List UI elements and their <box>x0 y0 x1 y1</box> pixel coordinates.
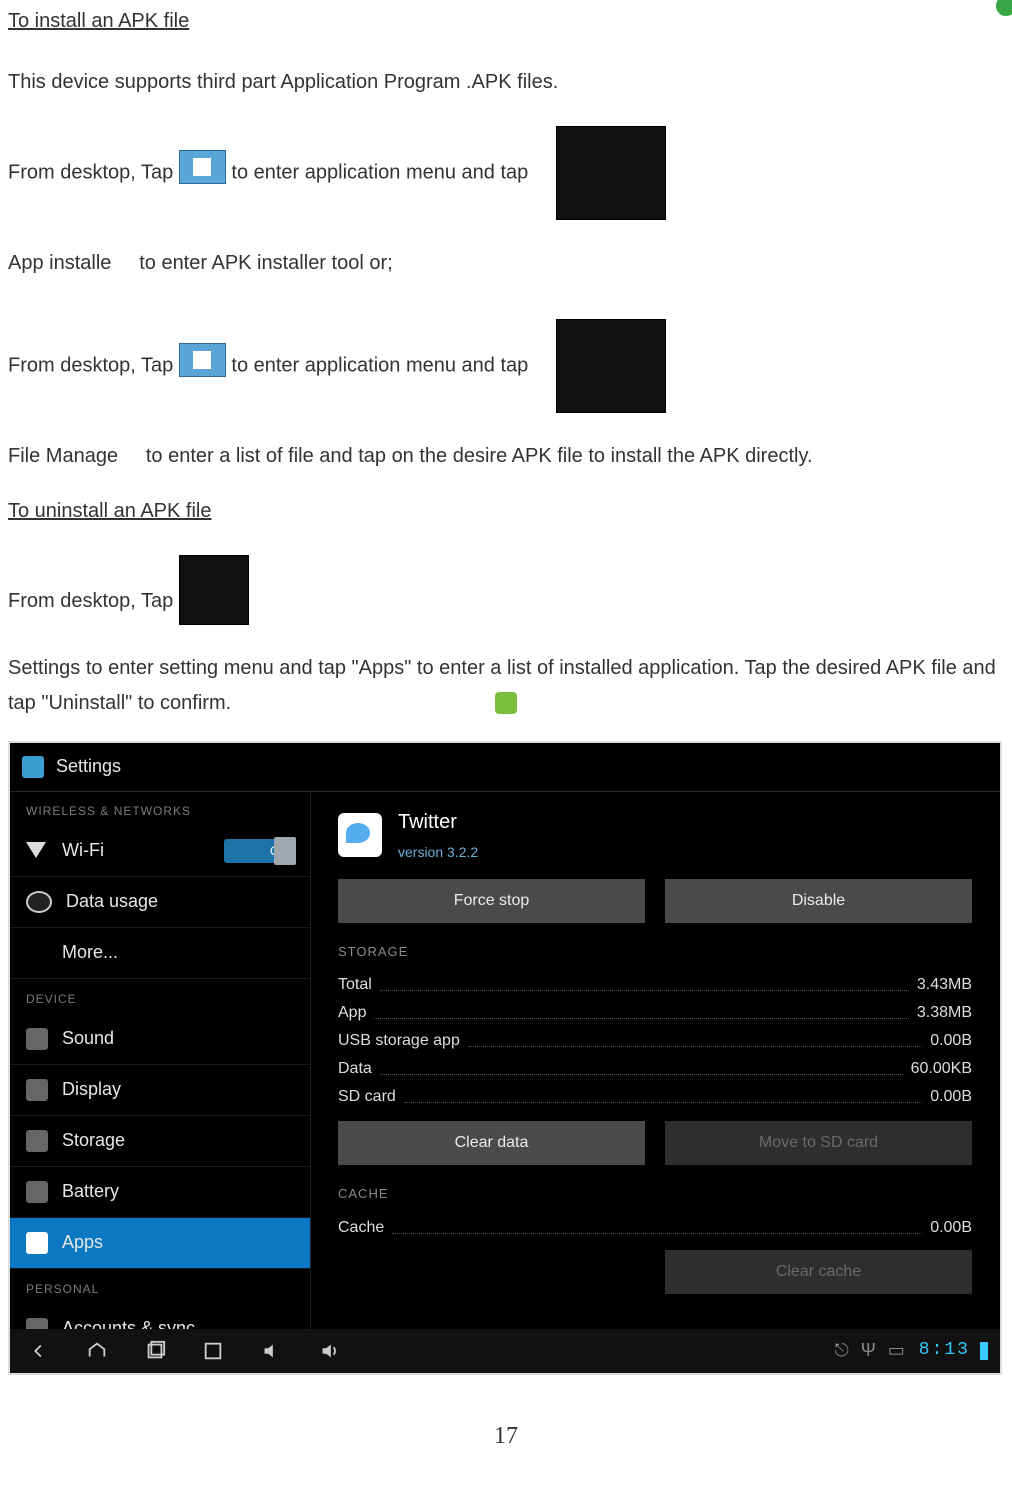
nav-home-button[interactable] <box>68 1329 126 1373</box>
page-number: 17 <box>8 1415 1004 1457</box>
settings-tile <box>179 555 249 625</box>
app-installer-tile <box>556 126 666 220</box>
sidebar-item-apps[interactable]: Apps <box>10 1218 310 1269</box>
status-clock: 8:13 <box>919 1335 970 1367</box>
file-manager-label: File Manage <box>8 445 118 467</box>
sidebar-item-battery[interactable]: Battery <box>10 1167 310 1218</box>
settings-label: Settings <box>8 657 80 679</box>
apps-icon <box>26 1232 48 1254</box>
app-size-label: App <box>338 999 366 1027</box>
line2-part-a: From desktop, Tap <box>8 354 179 376</box>
usb-debug-icon: ⎋ <box>834 1335 848 1367</box>
data-label: Data <box>338 1055 372 1083</box>
nav-back-button[interactable] <box>10 1329 68 1373</box>
storage-section-header: STORAGE <box>338 941 972 964</box>
sidebar-item-wifi[interactable]: Wi-Fi ON <box>10 826 310 877</box>
settings-title: Settings <box>56 751 121 783</box>
line3-part-a: From desktop, Tap <box>8 590 179 612</box>
data-usage-icon <box>26 891 52 913</box>
apps-grid-icon <box>179 150 226 184</box>
force-stop-button[interactable]: Force stop <box>338 879 645 923</box>
settings-sidebar: WIRELESS & NETWORKS Wi-Fi ON Data usage … <box>10 791 311 1329</box>
apps-label: Apps <box>62 1227 294 1259</box>
line1-part-c: to enter APK installer tool or; <box>139 252 392 274</box>
section-wireless: WIRELESS & NETWORKS <box>10 791 310 826</box>
system-navbar: ⎋ Ψ ▭ 8:13 <box>10 1329 1000 1373</box>
total-label: Total <box>338 971 372 999</box>
sidebar-item-display[interactable]: Display <box>10 1065 310 1116</box>
nav-recent-button[interactable] <box>126 1329 184 1373</box>
usb-value: 0.00B <box>930 1027 972 1055</box>
sidebar-item-accounts[interactable]: Accounts & sync <box>10 1304 310 1329</box>
sidebar-item-storage[interactable]: Storage <box>10 1116 310 1167</box>
app-info-panel: Twitter version 3.2.2 Force stop Disable… <box>310 791 1000 1329</box>
data-usage-label: Data usage <box>66 886 294 918</box>
line2-part-b: to enter application menu and tap <box>231 354 528 376</box>
clear-data-button[interactable]: Clear data <box>338 1121 645 1165</box>
app-size-value: 3.38MB <box>917 999 972 1027</box>
twitter-app-icon <box>338 813 382 857</box>
line1-part-b: to enter application menu and tap <box>231 161 528 183</box>
line2-part-c: to enter a list of file and tap on the d… <box>146 445 813 467</box>
file-manager-tile <box>556 319 666 413</box>
accounts-label: Accounts & sync <box>62 1313 294 1329</box>
settings-titlebar: Settings <box>10 743 1000 792</box>
android-settings-screenshot: Settings WIRELESS & NETWORKS Wi-Fi ON Da… <box>8 741 1002 1375</box>
sync-icon <box>26 1318 48 1329</box>
wifi-label: Wi-Fi <box>62 835 210 867</box>
sidebar-item-sound[interactable]: Sound <box>10 1014 310 1065</box>
nav-screenshot-button[interactable] <box>184 1329 242 1373</box>
status-tray: ⎋ Ψ ▭ <box>834 1335 904 1367</box>
heading-uninstall: To uninstall an APK file <box>8 500 211 522</box>
app-version: version 3.2.2 <box>398 840 478 865</box>
nav-volume-down-button[interactable] <box>242 1329 300 1373</box>
wifi-toggle[interactable]: ON <box>224 839 294 863</box>
more-label: More... <box>62 937 294 969</box>
battery-icon <box>980 1342 988 1360</box>
cache-value: 0.00B <box>930 1214 972 1242</box>
wifi-icon <box>26 840 48 862</box>
display-label: Display <box>62 1074 294 1106</box>
app-name: Twitter <box>398 805 478 840</box>
settings-gear-icon <box>22 756 44 778</box>
move-to-sd-button[interactable]: Move to SD card <box>665 1121 972 1165</box>
sidebar-item-data-usage[interactable]: Data usage <box>10 877 310 928</box>
disable-button[interactable]: Disable <box>665 879 972 923</box>
cache-label: Cache <box>338 1214 384 1242</box>
heading-install: To install an APK file <box>8 10 189 32</box>
clear-cache-button[interactable]: Clear cache <box>665 1250 972 1294</box>
sd-tray-icon: ▭ <box>888 1335 905 1367</box>
section-personal: PERSONAL <box>10 1269 310 1304</box>
sidebar-item-more[interactable]: More... <box>10 928 310 979</box>
storage-label: Storage <box>62 1125 294 1157</box>
total-value: 3.43MB <box>917 971 972 999</box>
nav-volume-up-button[interactable] <box>300 1329 358 1373</box>
battery-icon <box>26 1181 48 1203</box>
data-value: 60.00KB <box>911 1055 972 1083</box>
usb-icon: Ψ <box>861 1335 876 1367</box>
line1-part-a: From desktop, Tap <box>8 161 179 183</box>
display-icon <box>26 1079 48 1101</box>
storage-icon <box>26 1130 48 1152</box>
sound-label: Sound <box>62 1023 294 1055</box>
app-installer-label: App installe <box>8 252 111 274</box>
apps-grid-icon <box>179 343 226 377</box>
usb-label: USB storage app <box>338 1027 460 1055</box>
blank-icon <box>26 942 48 964</box>
sd-label: SD card <box>338 1083 396 1111</box>
sound-icon <box>26 1028 48 1050</box>
sd-value: 0.00B <box>930 1083 972 1111</box>
battery-label: Battery <box>62 1176 294 1208</box>
intro-text: This device supports third part Applicat… <box>8 65 1004 100</box>
cache-section-header: CACHE <box>338 1183 972 1206</box>
section-device: DEVICE <box>10 979 310 1014</box>
